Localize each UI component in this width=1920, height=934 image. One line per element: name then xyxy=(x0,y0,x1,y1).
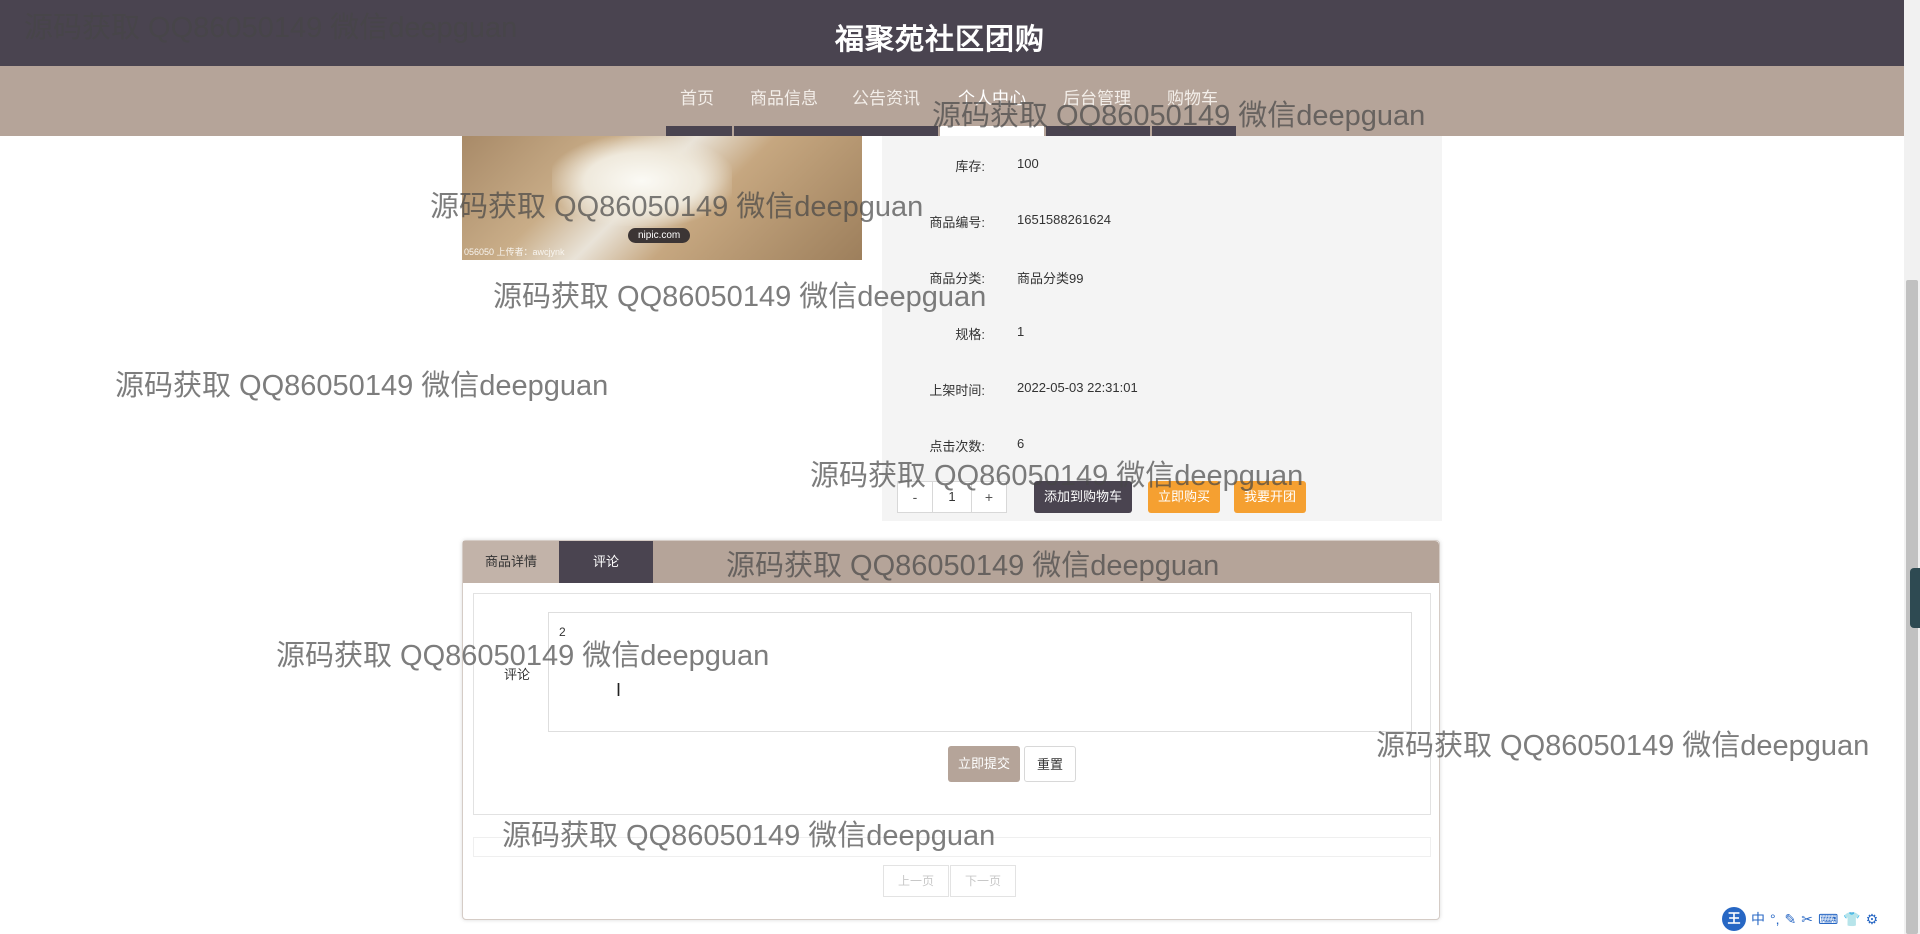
info-value: 1 xyxy=(1017,324,1025,339)
info-row-category: 商品分类: 商品分类99 xyxy=(882,268,1442,292)
ime-keyboard-icon[interactable]: ⌨ xyxy=(1818,911,1838,928)
ime-punctuation-icon[interactable]: °, xyxy=(1770,911,1780,927)
image-caption: 056050 上传者：awcjynk xyxy=(464,247,565,257)
nav-item-admin[interactable]: 后台管理 xyxy=(1063,84,1131,109)
quantity-increase-button[interactable]: + xyxy=(971,482,1006,512)
info-value: 2022-05-03 22:31:01 xyxy=(1017,380,1138,395)
quantity-decrease-button[interactable]: - xyxy=(898,482,933,512)
nav-underline-active xyxy=(940,126,1044,136)
info-value: 1651588261624 xyxy=(1017,212,1111,227)
quantity-input[interactable] xyxy=(933,482,971,512)
prev-page-button[interactable]: 上一页 xyxy=(883,865,950,897)
rice-graphic xyxy=(552,136,732,226)
tab-comments[interactable]: 评论 xyxy=(559,541,653,583)
buy-now-button[interactable]: 立即购买 xyxy=(1148,481,1221,513)
detail-card: 商品详情 评论 评论 立即提交 重置 上一页 下一页 xyxy=(462,540,1440,920)
nav-item-products[interactable]: 商品信息 xyxy=(750,84,818,109)
nav-underline xyxy=(666,126,732,136)
info-row-product-no: 商品编号: 1651588261624 xyxy=(882,212,1442,236)
info-label: 商品编号: xyxy=(929,215,985,230)
comment-textarea[interactable] xyxy=(548,612,1412,732)
nav-item-news[interactable]: 公告资讯 xyxy=(852,84,920,109)
info-row-clicks: 点击次数: 6 xyxy=(882,436,1442,460)
comment-label: 评论 xyxy=(504,667,531,682)
tab-bar: 商品详情 评论 xyxy=(463,541,1439,583)
nav-item-home[interactable]: 首页 xyxy=(680,84,714,109)
side-handle[interactable] xyxy=(1910,568,1920,628)
product-image: nipic.com 056050 上传者：awcjynk xyxy=(462,136,862,260)
ime-toolbar: 王 中 °, ✎ ✂ ⌨ 👕 ⚙ xyxy=(1722,906,1904,932)
nav-underline xyxy=(734,126,938,136)
info-value: 6 xyxy=(1017,436,1025,451)
info-value: 100 xyxy=(1017,156,1039,171)
nav-item-personal-center[interactable]: 个人中心 xyxy=(958,84,1026,109)
next-page-button[interactable]: 下一页 xyxy=(950,865,1017,897)
start-group-buy-button[interactable]: 我要开团 xyxy=(1234,481,1307,513)
ime-handwriting-icon[interactable]: ✎ xyxy=(1785,911,1797,928)
info-label: 商品分类: xyxy=(929,271,985,286)
ime-settings-icon[interactable]: ⚙ xyxy=(1866,911,1879,928)
info-label: 库存: xyxy=(955,159,985,174)
ime-chinese-mode-icon[interactable]: 中 xyxy=(1751,909,1765,929)
info-row-spec: 规格: 1 xyxy=(882,324,1442,348)
site-title: 福聚苑社区团购 xyxy=(834,24,1045,56)
quantity-stepper: - + xyxy=(897,481,1007,513)
ime-logo-icon[interactable]: 王 xyxy=(1722,907,1746,931)
info-row-listed-time: 上架时间: 2022-05-03 22:31:01 xyxy=(882,380,1442,404)
info-row-stock: 库存: 100 xyxy=(882,156,1442,180)
image-source-badge: nipic.com xyxy=(628,228,691,243)
tab-product-detail[interactable]: 商品详情 xyxy=(463,541,559,583)
submit-button[interactable]: 立即提交 xyxy=(948,746,1021,782)
add-to-cart-button[interactable]: 添加到购物车 xyxy=(1034,481,1133,513)
reset-button[interactable]: 重置 xyxy=(1024,746,1077,782)
info-label: 上架时间: xyxy=(929,383,985,398)
comment-list xyxy=(473,837,1431,857)
watermark-text: 源码获取 QQ86050149 微信deepguan xyxy=(1376,730,1870,762)
comment-form: 评论 立即提交 重置 xyxy=(473,593,1431,815)
nav-item-cart[interactable]: 购物车 xyxy=(1167,84,1218,109)
nav-underline xyxy=(1152,126,1236,136)
info-label: 规格: xyxy=(955,327,985,342)
nav-underline xyxy=(1046,126,1150,136)
ime-skin-icon[interactable]: 👕 xyxy=(1843,911,1860,928)
ime-screenshot-icon[interactable]: ✂ xyxy=(1801,911,1813,928)
info-value: 商品分类99 xyxy=(1017,271,1084,286)
top-header: 福聚苑社区团购 xyxy=(0,0,1904,66)
product-info-panel: 库存: 100 商品编号: 1651588261624 商品分类: 商品分类99… xyxy=(882,136,1442,521)
watermark-text: 源码获取 QQ86050149 微信deepguan xyxy=(115,370,609,402)
info-label: 点击次数: xyxy=(929,439,985,454)
text-cursor-icon: I xyxy=(616,680,622,700)
